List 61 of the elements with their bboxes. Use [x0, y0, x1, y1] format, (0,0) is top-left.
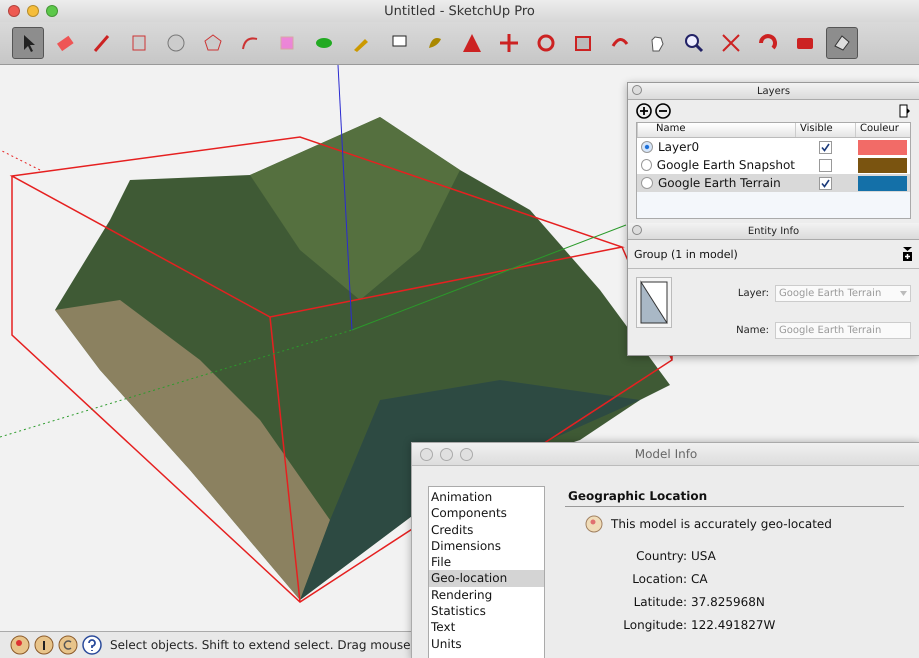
active-layer-radio[interactable]	[641, 141, 653, 153]
layer-row[interactable]: Google Earth Snapshot	[637, 156, 910, 174]
status-message: Select objects. Shift to extend select. Drag mouse	[110, 638, 411, 652]
layer-row[interactable]: Layer0	[637, 138, 910, 156]
layer-color-swatch[interactable]	[858, 140, 907, 154]
detail-label: Longitude:	[622, 618, 687, 632]
axis-line	[0, 150, 40, 170]
category-item[interactable]: Components	[429, 505, 544, 522]
detail-value: USA	[691, 549, 717, 563]
category-item[interactable]: Dimensions	[429, 538, 544, 554]
visible-checkbox[interactable]	[819, 158, 832, 172]
component-icon[interactable]	[902, 246, 913, 262]
detail-value: 37.825968N	[691, 595, 766, 609]
column-header[interactable]: Couleur	[855, 123, 910, 137]
dropdown-icon	[900, 291, 907, 296]
layer-row[interactable]: Google Earth Terrain	[637, 174, 910, 192]
category-item[interactable]: Animation	[429, 489, 544, 506]
tool-button[interactable]	[826, 27, 858, 59]
section-heading: Geographic Location	[565, 486, 904, 507]
check-icon	[821, 178, 830, 188]
panel-title: Layers	[756, 86, 790, 96]
window-title: Untitled - SketchUp Pro	[384, 4, 535, 18]
entity-summary: Group (1 in model)	[634, 248, 738, 260]
zoom-icon	[683, 32, 705, 54]
category-item[interactable]: Text	[429, 619, 544, 636]
column-header[interactable]: Visible	[795, 123, 855, 137]
active-layer-radio[interactable]	[641, 159, 652, 171]
detail-label: Latitude:	[632, 595, 687, 609]
layer-name: Google Earth Snapshot	[637, 158, 795, 172]
column-header[interactable]: Name	[637, 123, 795, 137]
visible-checkbox[interactable]	[819, 176, 832, 190]
check-icon	[821, 142, 830, 152]
add-layer-button[interactable]	[636, 103, 652, 119]
help-icon[interactable]	[82, 635, 102, 655]
remove-layer-button[interactable]	[655, 103, 671, 119]
detail-label: Country:	[635, 549, 687, 563]
geo-status-text: This model is accurately geo-located	[611, 517, 832, 531]
details-button[interactable]	[899, 103, 911, 119]
panel-close-button[interactable]	[632, 85, 642, 95]
layer-name: Layer0	[637, 140, 795, 154]
group-thumbnail-icon	[636, 277, 672, 328]
window-title: Model Info	[634, 447, 698, 461]
active-layer-radio[interactable]	[641, 177, 653, 189]
category-item[interactable]: File	[429, 554, 544, 570]
category-item[interactable]: Rendering	[429, 586, 544, 604]
detail-value: CA	[691, 572, 709, 586]
category-item[interactable]: Statistics	[429, 603, 544, 620]
visible-checkbox[interactable]	[819, 140, 832, 154]
category-item[interactable]: Units	[429, 636, 544, 652]
layer-name: Google Earth Terrain	[637, 176, 795, 190]
category-item[interactable]: Geo-location	[429, 570, 544, 587]
panel-close-button[interactable]	[632, 225, 642, 235]
layer-color-swatch[interactable]	[858, 158, 907, 172]
layer-color-swatch[interactable]	[858, 176, 907, 190]
detail-value: 122.491827W	[691, 618, 776, 632]
panel-title: Entity Info	[748, 226, 800, 236]
detail-label: Location:	[631, 572, 687, 586]
circle-icon	[165, 32, 187, 54]
field-label: Name:	[736, 325, 769, 336]
field-label: Layer:	[736, 288, 769, 299]
category-item[interactable]: Credits	[429, 522, 544, 538]
